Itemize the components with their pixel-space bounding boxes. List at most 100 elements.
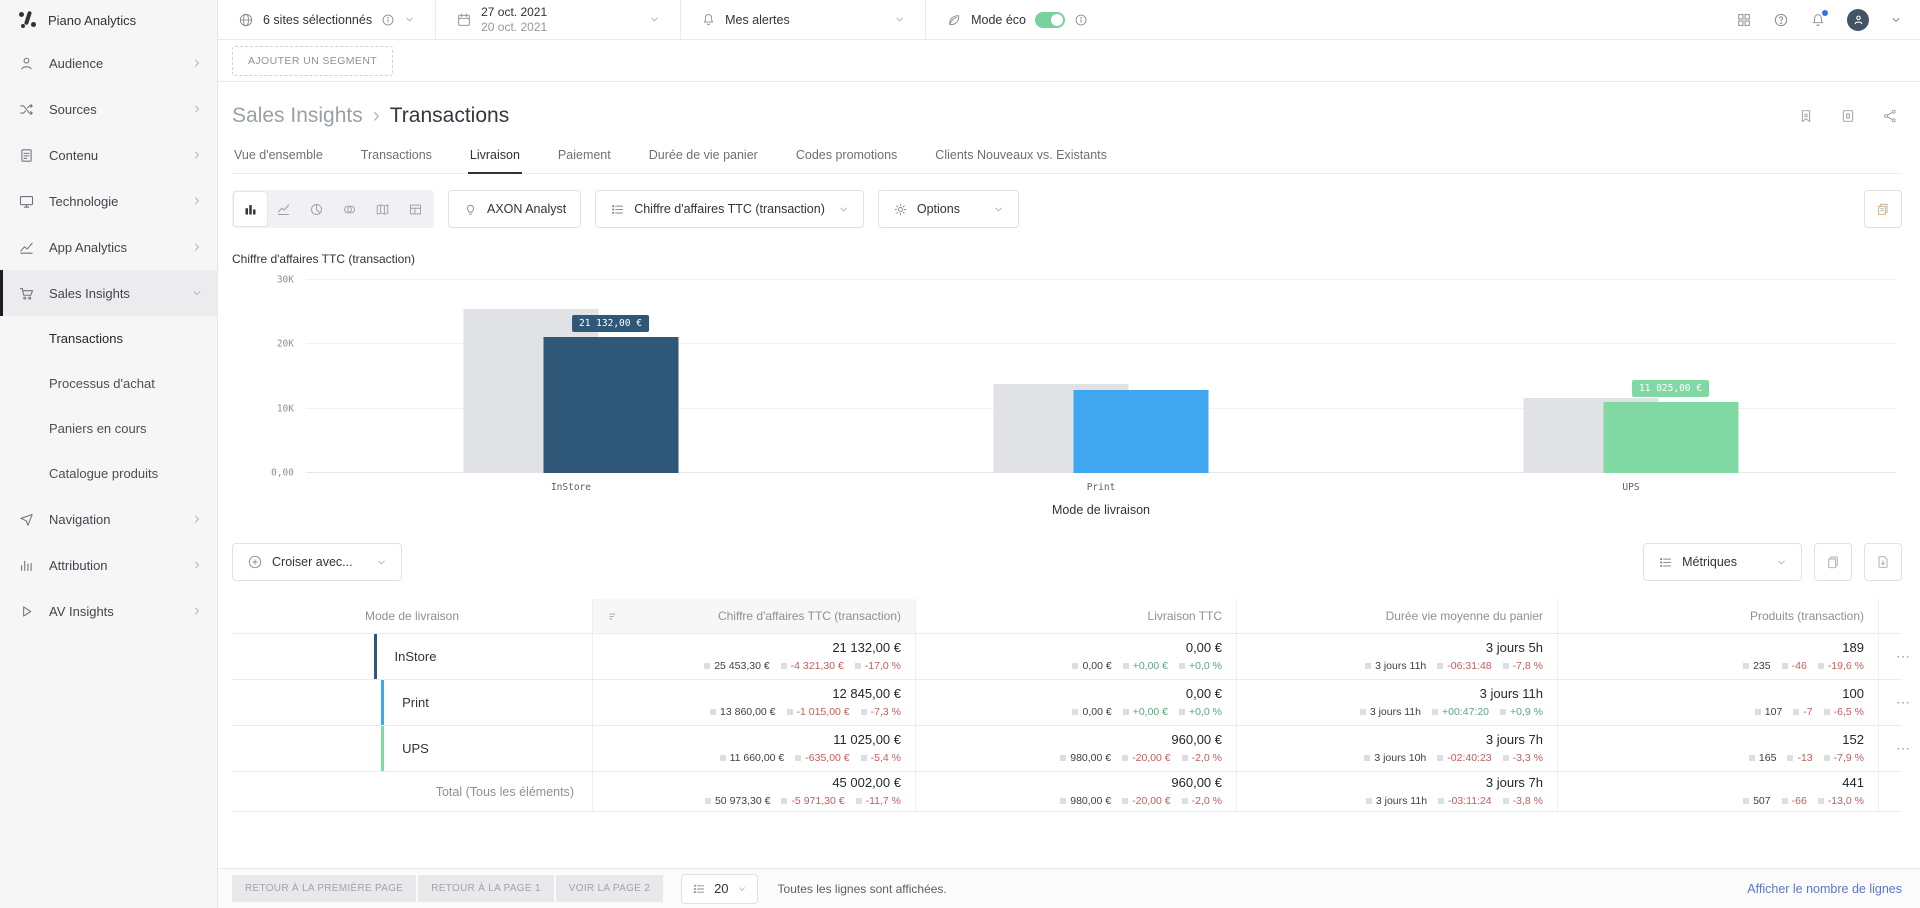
sidebar-item-label: Audience bbox=[49, 55, 104, 71]
chart-plot: 0,00 10K 20K 30K 21 132,00 € InStore Print 11 0… bbox=[271, 275, 1896, 493]
tab-duree-de-vie-panier[interactable]: Durée de vie panier bbox=[647, 140, 760, 173]
row-actions-menu[interactable]: ⋯ bbox=[1878, 634, 1920, 679]
sidebar-item-technologie[interactable]: Technologie bbox=[0, 178, 217, 224]
tab-codes-promotions[interactable]: Codes promotions bbox=[794, 140, 899, 173]
line-chart-view-button[interactable] bbox=[267, 192, 300, 226]
column-header-mode-de-livraison[interactable]: Mode de livraison bbox=[232, 599, 592, 633]
tab-clients-nouveaux-vs-existants[interactable]: Clients Nouveaux vs. Existants bbox=[933, 140, 1109, 173]
sidebar-subitem-processus-achat[interactable]: Processus d'achat bbox=[0, 361, 217, 406]
table-row-print[interactable]: Print 12 845,00 € 13 860,00 € -1 015,00 €… bbox=[232, 679, 1910, 725]
bar-current-period[interactable] bbox=[1603, 402, 1739, 473]
audience-icon bbox=[18, 55, 35, 72]
sidebar-item-attribution[interactable]: Attribution bbox=[0, 542, 217, 588]
copy-report-button[interactable] bbox=[1864, 190, 1902, 228]
sources-icon bbox=[18, 101, 35, 118]
table-row-instore[interactable]: InStore 21 132,00 € 25 453,30 € -4 321,30… bbox=[232, 633, 1910, 679]
sidebar-item-label: AV Insights bbox=[49, 603, 114, 619]
tab-transactions[interactable]: Transactions bbox=[359, 140, 434, 173]
bar-current-period[interactable] bbox=[1073, 390, 1209, 473]
metrics-dropdown[interactable]: Métriques bbox=[1643, 543, 1802, 581]
metric-selector-dropdown[interactable]: Chiffre d'affaires TTC (transaction) bbox=[595, 190, 864, 228]
app-root: Piano Analytics Audience Sources Contenu… bbox=[0, 0, 1920, 908]
previous-page-button[interactable]: RETOUR À LA PAGE 1 bbox=[418, 875, 554, 902]
alerts-selector[interactable]: Mes alertes bbox=[681, 0, 927, 39]
export-table-button[interactable] bbox=[1864, 543, 1902, 581]
options-dropdown[interactable]: Options bbox=[877, 190, 1019, 228]
sidebar-item-contenu[interactable]: Contenu bbox=[0, 132, 217, 178]
y-tick-label: 30K bbox=[276, 274, 294, 286]
chevron-down-icon[interactable] bbox=[1890, 14, 1902, 26]
help-icon[interactable] bbox=[1773, 12, 1789, 28]
sites-selected-label: 6 sites sélectionnés bbox=[263, 12, 373, 27]
sidebar-subitem-transactions[interactable]: Transactions bbox=[0, 316, 217, 361]
paper-plane-icon bbox=[18, 511, 35, 528]
total-label: Total (Tous les éléments) bbox=[435, 784, 574, 799]
sidebar-item-sales-insights[interactable]: Sales Insights bbox=[0, 270, 217, 316]
column-header-produits[interactable]: Produits (transaction) bbox=[1557, 599, 1878, 633]
x-axis-label: InStore bbox=[550, 482, 591, 493]
map-view-button[interactable] bbox=[366, 192, 399, 226]
bar-group-instore: 21 132,00 € InStore bbox=[463, 280, 679, 493]
row-color-bar bbox=[373, 634, 377, 679]
metric-main-value: 0,00 € bbox=[1185, 640, 1222, 656]
info-icon[interactable] bbox=[1074, 13, 1088, 27]
apps-grid-icon[interactable] bbox=[1736, 12, 1752, 28]
share-icon[interactable] bbox=[1882, 108, 1898, 124]
sidebar-item-sources[interactable]: Sources bbox=[0, 86, 217, 132]
bookmark-icon[interactable] bbox=[1798, 108, 1814, 124]
eco-mode-label: Mode éco bbox=[971, 12, 1026, 27]
bar-value-badge: 21 132,00 € bbox=[572, 315, 649, 333]
tab-vue-densemble[interactable]: Vue d'ensemble bbox=[232, 140, 325, 173]
sidebar-item-label: Sources bbox=[49, 101, 97, 117]
pie-chart-view-button[interactable] bbox=[300, 192, 333, 226]
notifications-bell-icon[interactable] bbox=[1810, 9, 1828, 28]
date-range-selector[interactable]: 27 oct. 2021 20 oct. 2021 bbox=[436, 0, 682, 39]
axon-analyst-button[interactable]: AXON Analyst bbox=[448, 190, 582, 228]
tab-paiement[interactable]: Paiement bbox=[556, 140, 613, 173]
sidebar-item-audience[interactable]: Audience bbox=[0, 40, 217, 86]
column-header-chiffre-affaires[interactable]: Chiffre d'affaires TTC (transaction) bbox=[592, 599, 915, 633]
sidebar-item-app-analytics[interactable]: App Analytics bbox=[0, 224, 217, 270]
sidebar-subitem-paniers-en-cours[interactable]: Paniers en cours bbox=[0, 406, 217, 451]
site-selector[interactable]: 6 sites sélectionnés bbox=[218, 0, 437, 39]
sidebar-subitem-label: Paniers en cours bbox=[49, 421, 147, 436]
sidebar-item-av-insights[interactable]: AV Insights bbox=[0, 588, 217, 634]
table-footer: RETOUR À LA PREMIÈRE PAGE RETOUR À LA PA… bbox=[218, 868, 1920, 908]
rows-per-page-dropdown[interactable]: 20 bbox=[681, 873, 758, 904]
bar-current-period[interactable] bbox=[543, 337, 679, 473]
plus-circle-icon bbox=[247, 554, 263, 570]
metric-main-value: 3 jours 11h bbox=[1479, 686, 1543, 702]
chart-xaxis-title: Mode de livraison bbox=[1052, 503, 1150, 517]
row-actions-menu[interactable]: ⋯ bbox=[1878, 726, 1920, 771]
add-segment-button[interactable]: AJOUTER UN SEGMENT bbox=[232, 45, 394, 76]
sort-desc-icon[interactable] bbox=[607, 610, 620, 623]
cross-with-button[interactable]: Croiser avec... bbox=[232, 543, 402, 581]
user-avatar[interactable] bbox=[1847, 8, 1869, 31]
sidebar-subitem-catalogue-produits[interactable]: Catalogue produits bbox=[0, 451, 217, 496]
chevron-down-icon bbox=[1776, 557, 1787, 568]
sidebar-item-navigation[interactable]: Navigation bbox=[0, 496, 217, 542]
y-tick-label: 10K bbox=[276, 403, 294, 415]
eco-mode-toggle[interactable] bbox=[1035, 11, 1065, 28]
save-report-icon[interactable] bbox=[1840, 108, 1856, 124]
column-header-livraison-ttc[interactable]: Livraison TTC bbox=[915, 599, 1236, 633]
sidebar-subitem-label: Transactions bbox=[49, 331, 123, 346]
next-page-button[interactable]: VOIR LA PAGE 2 bbox=[555, 875, 664, 902]
breadcrumb-parent[interactable]: Sales Insights bbox=[232, 104, 363, 128]
table-view-button[interactable] bbox=[399, 192, 432, 226]
row-actions-menu[interactable]: ⋯ bbox=[1878, 680, 1920, 725]
bar-chart-view-button[interactable] bbox=[234, 192, 267, 226]
calendar-icon bbox=[456, 12, 472, 28]
table-row-ups[interactable]: UPS 11 025,00 € 11 660,00 € -635,00 € -5,4… bbox=[232, 725, 1910, 771]
column-header-duree-panier[interactable]: Durée vie moyenne du panier bbox=[1236, 599, 1557, 633]
venn-diagram-view-button[interactable] bbox=[333, 192, 366, 226]
copy-table-button[interactable] bbox=[1814, 543, 1852, 581]
info-icon[interactable] bbox=[381, 13, 395, 27]
leaf-icon bbox=[946, 12, 962, 28]
first-page-button[interactable]: RETOUR À LA PREMIÈRE PAGE bbox=[232, 875, 417, 902]
metric-main-value: 45 002,00 € bbox=[832, 775, 901, 791]
tab-livraison[interactable]: Livraison bbox=[467, 140, 522, 174]
eco-mode-section: Mode éco bbox=[926, 0, 1108, 39]
show-row-count-link[interactable]: Afficher le nombre de lignes bbox=[1747, 882, 1902, 896]
row-label: Print bbox=[402, 695, 429, 710]
